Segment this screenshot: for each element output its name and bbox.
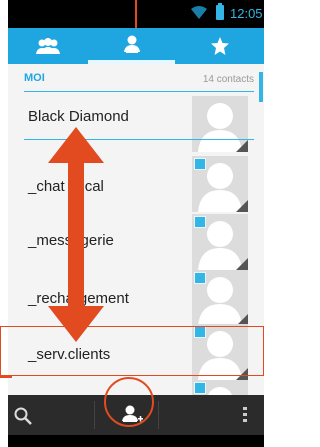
overflow-menu-icon bbox=[243, 407, 247, 422]
section-label: MOI bbox=[24, 72, 45, 84]
scroll-direction-arrow bbox=[48, 127, 104, 342]
tab-bar bbox=[8, 28, 264, 64]
favorite-tag-icon bbox=[194, 382, 206, 394]
section-header: MOI 14 contacts bbox=[24, 68, 254, 92]
navigation-bar bbox=[8, 435, 264, 447]
contact-count: 14 contacts bbox=[202, 74, 254, 85]
favorite-tag-icon bbox=[194, 216, 206, 228]
search-icon bbox=[14, 407, 32, 425]
battery-icon bbox=[216, 3, 224, 20]
tab-groups[interactable] bbox=[8, 28, 88, 64]
tab-contacts[interactable] bbox=[88, 28, 175, 64]
clock-time: 12:05 bbox=[230, 6, 263, 21]
scrollbar[interactable] bbox=[259, 72, 263, 102]
person-icon bbox=[123, 35, 140, 53]
callout-line bbox=[135, 0, 137, 28]
groups-icon bbox=[36, 38, 60, 54]
divider bbox=[158, 401, 159, 429]
avatar bbox=[192, 96, 248, 152]
overflow-menu-button[interactable] bbox=[228, 395, 264, 435]
star-icon bbox=[210, 37, 229, 55]
highlight-box bbox=[0, 326, 264, 376]
highlight-circle bbox=[104, 377, 154, 427]
callout-line bbox=[0, 376, 12, 378]
divider bbox=[94, 401, 95, 429]
favorite-tag-icon bbox=[194, 158, 206, 170]
wifi-icon bbox=[191, 6, 207, 19]
tab-favorites[interactable] bbox=[175, 28, 264, 64]
contact-name: Black Diamond bbox=[28, 108, 129, 125]
search-button[interactable] bbox=[8, 395, 54, 435]
favorite-tag-icon bbox=[194, 272, 206, 284]
